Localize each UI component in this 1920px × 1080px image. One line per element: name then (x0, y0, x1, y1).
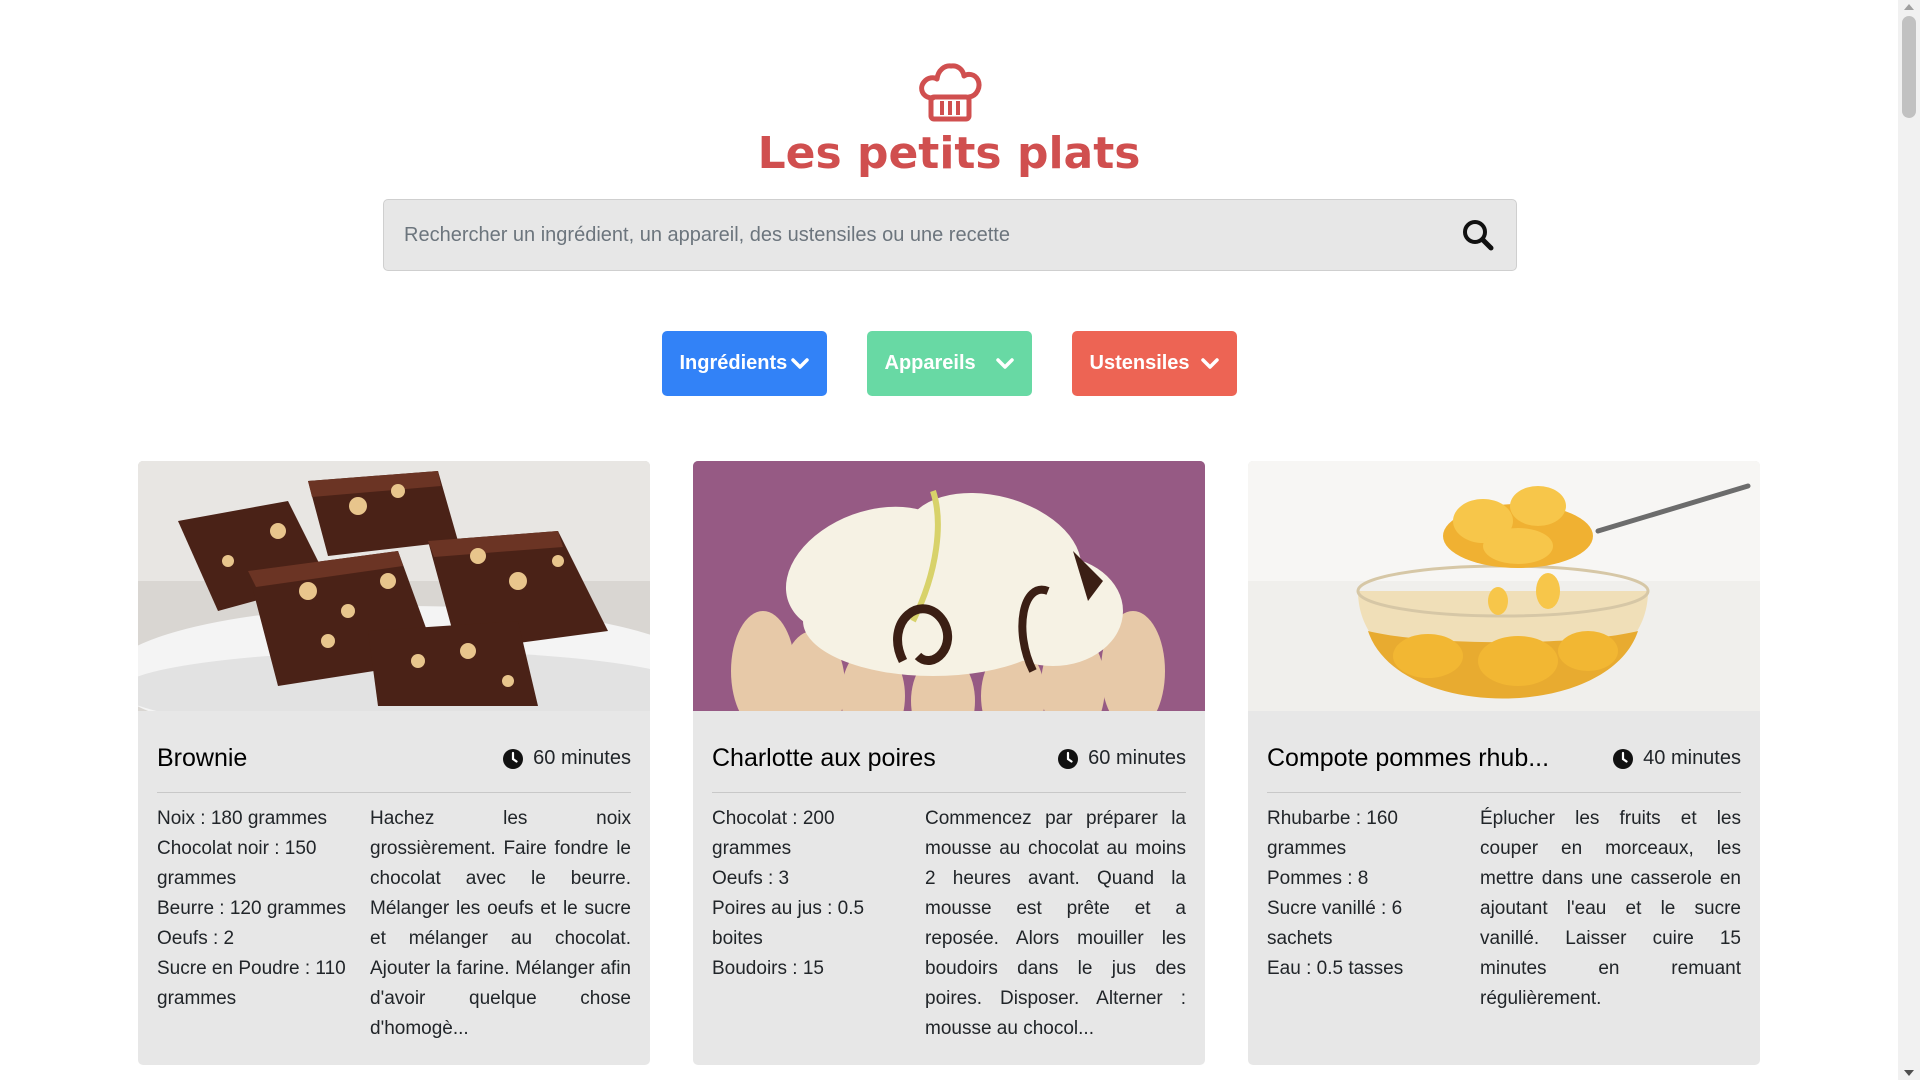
filter-bar: Ingrédients Appareils Ustensiles (0, 331, 1898, 396)
recipe-time: 40 minutes (1613, 747, 1741, 770)
ingredient-list: Rhubarbe : 160 grammes Pommes : 8 Sucre … (1267, 804, 1458, 1014)
ingredient-item: Beurre : 120 grammes (157, 898, 347, 919)
ingredient-item: Oeufs : 2 (157, 928, 235, 949)
appliances-filter-button[interactable]: Appareils (866, 331, 1032, 396)
recipe-description: Éplucher les fruits et les couper en mor… (1480, 808, 1741, 1009)
brand-title[interactable]: Les petits plats (0, 128, 1898, 180)
scrollbar-thumb[interactable] (1902, 16, 1916, 118)
appliances-filter-label: Appareils (884, 352, 976, 374)
chevron-down-icon (790, 357, 809, 369)
recipe-time-label: 60 minutes (533, 747, 631, 769)
recipe-image-compote (1248, 461, 1760, 711)
recipe-grid: Brownie 60 minutes Noix : 180 grammes Ch… (138, 461, 1762, 1065)
recipe-card-body: Brownie 60 minutes Noix : 180 grammes Ch… (138, 711, 650, 1044)
recipe-card-body: Charlotte aux poires 60 minutes Chocolat… (693, 711, 1205, 1044)
chef-hat-icon (919, 63, 982, 122)
clock-icon (1613, 748, 1634, 769)
page: Les petits plats Ingrédients Appareils U… (0, 0, 1898, 1080)
recipe-card-header: Brownie 60 minutes (157, 711, 631, 793)
recipe-card-body: Compote pommes rhub... 40 minutes Rhubar… (1248, 711, 1760, 1014)
recipe-image-brownie (138, 461, 650, 711)
ingredient-item: Noix : 180 grammes (157, 808, 328, 829)
recipe-details: Noix : 180 grammes Chocolat noir : 150 g… (157, 804, 631, 1044)
utensils-filter-button[interactable]: Ustensiles (1071, 331, 1237, 396)
page-scrollbar[interactable] (1898, 0, 1920, 1080)
recipe-title: Brownie (157, 744, 248, 772)
search-icon (1463, 219, 1494, 250)
recipe-title: Charlotte aux poires (712, 744, 936, 772)
recipe-time: 60 minutes (1058, 747, 1186, 770)
recipe-description: Hachez les noix grossièrement. Faire fon… (370, 808, 631, 1039)
ingredient-item: Chocolat noir : 150 grammes (157, 838, 317, 889)
ingredient-list: Chocolat : 200 grammes Oeufs : 3 Poires … (712, 804, 903, 1044)
recipe-card[interactable]: Brownie 60 minutes Noix : 180 grammes Ch… (138, 461, 650, 1065)
ingredient-list: Noix : 180 grammes Chocolat noir : 150 g… (157, 804, 348, 1044)
recipe-time: 60 minutes (503, 747, 631, 770)
ingredients-filter-label: Ingrédients (679, 352, 788, 374)
ingredient-item: Oeufs : 3 (712, 868, 790, 889)
utensils-filter-label: Ustensiles (1089, 352, 1190, 374)
recipe-description: Commencez par préparer la mousse au choc… (925, 808, 1186, 1039)
chevron-down-icon (995, 357, 1014, 369)
recipe-details: Rhubarbe : 160 grammes Pommes : 8 Sucre … (1267, 804, 1741, 1014)
ingredients-filter-button[interactable]: Ingrédients (661, 331, 827, 396)
clock-icon (1058, 748, 1079, 769)
recipe-card-header: Compote pommes rhub... 40 minutes (1267, 711, 1741, 793)
site-header: Les petits plats (0, 60, 1898, 180)
ingredient-item: Eau : 0.5 tasses (1267, 958, 1404, 979)
ingredient-item: Chocolat : 200 grammes (712, 808, 835, 859)
search-bar (383, 199, 1517, 271)
ingredient-item: Boudoirs : 15 (712, 958, 824, 979)
recipe-card[interactable]: Charlotte aux poires 60 minutes Chocolat… (693, 461, 1205, 1065)
search-input[interactable] (384, 200, 1444, 270)
recipe-time-label: 60 minutes (1088, 747, 1186, 769)
scroll-up-arrow-icon[interactable] (1904, 4, 1914, 10)
clock-icon (503, 748, 524, 769)
search-button[interactable] (1458, 216, 1498, 256)
recipe-card-header: Charlotte aux poires 60 minutes (712, 711, 1186, 793)
chevron-down-icon (1200, 357, 1219, 369)
ingredient-item: Sucre en Poudre : 110 grammes (157, 958, 346, 1009)
ingredient-item: Sucre vanillé : 6 sachets (1267, 898, 1403, 949)
ingredient-item: Pommes : 8 (1267, 868, 1369, 889)
ingredient-item: Poires au jus : 0.5 boites (712, 898, 865, 949)
scroll-down-arrow-icon[interactable] (1904, 1070, 1914, 1076)
recipe-image-charlotte (693, 461, 1205, 711)
ingredient-item: Rhubarbe : 160 grammes (1267, 808, 1398, 859)
recipe-details: Chocolat : 200 grammes Oeufs : 3 Poires … (712, 804, 1186, 1044)
recipe-title: Compote pommes rhub... (1267, 744, 1550, 772)
recipe-time-label: 40 minutes (1643, 747, 1741, 769)
recipe-card[interactable]: Compote pommes rhub... 40 minutes Rhubar… (1248, 461, 1760, 1065)
